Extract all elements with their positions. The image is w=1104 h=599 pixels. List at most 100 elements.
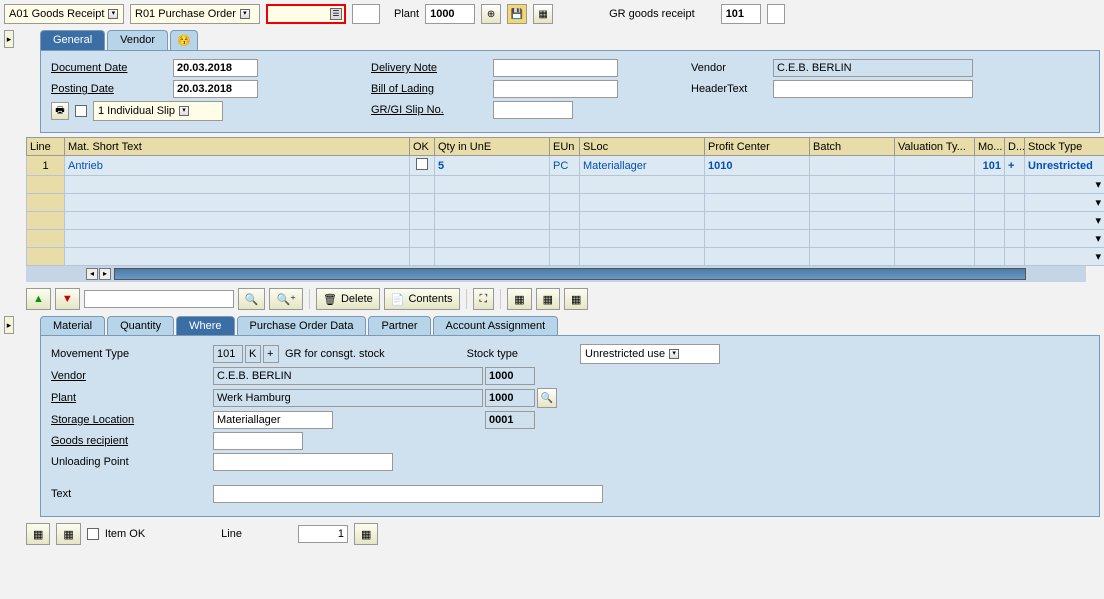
doc-date-input[interactable]: 20.03.2018 [173, 59, 258, 77]
plant-code-d: 1000 [485, 389, 535, 407]
stock-type-dropdown[interactable]: Unrestricted use▾ [580, 344, 720, 364]
gr-code-input[interactable]: 101 [721, 4, 761, 24]
find-input[interactable] [84, 290, 234, 308]
tab-pod[interactable]: Purchase Order Data [237, 316, 367, 335]
dropdown-icon: ▾ [108, 9, 118, 19]
plant-name-d: Werk Hamburg [213, 389, 483, 407]
post-date-input[interactable]: 20.03.2018 [173, 80, 258, 98]
scroll-left-icon[interactable]: ◂ [86, 268, 98, 280]
tab-vendor[interactable]: Vendor [107, 30, 168, 50]
scroll-right-icon[interactable]: ▸ [99, 268, 111, 280]
sloc-label-d: Storage Location [51, 414, 211, 426]
goods-recipient-label: Goods recipient [51, 435, 211, 447]
scroll-thumb[interactable] [114, 268, 1026, 280]
item-ok-checkbox[interactable] [87, 528, 99, 540]
sort-desc-button[interactable]: ▼ [55, 288, 80, 310]
layout-button-1[interactable]: ▦ [507, 288, 531, 310]
unloading-point-input[interactable] [213, 453, 393, 471]
goods-recipient-input[interactable] [213, 432, 303, 450]
delete-button[interactable]: 🗑 Delete [316, 288, 380, 310]
execute-icon[interactable]: ⊕ [481, 4, 501, 24]
find-next-button[interactable]: 🔍⁺ [269, 288, 303, 310]
col-pc[interactable]: Profit Center [705, 138, 810, 156]
col-sloc[interactable]: SLoc [580, 138, 705, 156]
tab-material[interactable]: Material [40, 316, 105, 335]
table-row[interactable]: ▾ [27, 248, 1104, 266]
slip-dropdown[interactable]: 1 Individual Slip▾ [93, 101, 223, 121]
print-icon[interactable]: 🖶 [51, 102, 69, 120]
line-label: Line [221, 528, 242, 540]
tab-general[interactable]: General [40, 30, 105, 50]
reference-dropdown[interactable]: R01 Purchase Order▾ [130, 4, 260, 24]
ok-checkbox[interactable] [416, 158, 428, 170]
search-help-icon[interactable]: ☰ [330, 8, 342, 20]
items-table[interactable]: Line Mat. Short Text OK Qty in UnE EUn S… [26, 137, 1104, 266]
next-item-button[interactable]: ▦ [56, 523, 80, 545]
detail-panel: Movement Type 101 K + GR for consgt. sto… [40, 335, 1100, 517]
collapse-detail-icon[interactable]: ▸ [4, 316, 14, 334]
col-d[interactable]: D... [1005, 138, 1025, 156]
table-row[interactable]: ▾ [27, 194, 1104, 212]
line-nav-button[interactable]: ▦ [354, 523, 378, 545]
tab-account-assignment[interactable]: Account Assignment [433, 316, 559, 335]
reference-value: R01 Purchase Order [135, 8, 236, 20]
find-button[interactable]: 🔍 [238, 288, 266, 310]
plant-input[interactable]: 1000 [425, 4, 475, 24]
movement-type-label: Movement Type [51, 348, 211, 360]
col-mo[interactable]: Mo... [975, 138, 1005, 156]
tab-partner[interactable]: Partner [368, 316, 430, 335]
col-line[interactable]: Line [27, 138, 65, 156]
col-eun[interactable]: EUn [550, 138, 580, 156]
col-batch[interactable]: Batch [810, 138, 895, 156]
bol-input[interactable] [493, 80, 618, 98]
tab-quantity[interactable]: Quantity [107, 316, 174, 335]
sort-asc-button[interactable]: ▲ [26, 288, 51, 310]
overview-icon[interactable]: ▦ [533, 4, 553, 24]
mt-text: GR for consgt. stock [285, 348, 385, 360]
tab-more-icon[interactable]: 😚 [170, 30, 198, 50]
table-row[interactable]: ▾ [27, 176, 1104, 194]
col-ok[interactable]: OK [410, 138, 435, 156]
contents-button[interactable]: 📄 Contents [384, 288, 460, 310]
plant-label: Plant [394, 8, 419, 20]
tab-where[interactable]: Where [176, 316, 234, 335]
table-row[interactable]: ▾ [27, 212, 1104, 230]
table-row[interactable]: 1 Antrieb 5 PC Materiallager 1010 101 + … [27, 156, 1104, 176]
unloading-point-label: Unloading Point [51, 456, 211, 468]
h-scrollbar[interactable]: ◂ ▸ [26, 266, 1086, 282]
po-item-input[interactable] [352, 4, 380, 24]
table-row[interactable]: ▾ [27, 230, 1104, 248]
vendor-name-d: C.E.B. BERLIN [213, 367, 483, 385]
dropdown-icon: ▾ [179, 106, 189, 116]
layout-button-3[interactable]: ▦ [564, 288, 588, 310]
grgi-label: GR/GI Slip No. [371, 104, 491, 116]
print-checkbox[interactable] [75, 105, 87, 117]
doc-date-label: Document Date [51, 62, 171, 74]
collapse-header-icon[interactable]: ▸ [4, 30, 14, 48]
vendor-label-d: Vendor [51, 370, 211, 382]
mt-code: 101 [213, 345, 243, 363]
prev-item-button[interactable]: ▦ [26, 523, 50, 545]
deliv-note-input[interactable] [493, 59, 618, 77]
action-dropdown[interactable]: A01 Goods Receipt▾ [4, 4, 124, 24]
bol-label: Bill of Lading [371, 83, 491, 95]
headertext-input[interactable] [773, 80, 973, 98]
gr-suffix-input[interactable] [767, 4, 785, 24]
mt-k: K [245, 345, 261, 363]
item-ok-label: Item OK [105, 528, 145, 540]
text-label: Text [51, 488, 211, 500]
grgi-input[interactable] [493, 101, 573, 119]
plant-search-icon[interactable]: 🔍 [537, 388, 557, 408]
line-input[interactable]: 1 [298, 525, 348, 543]
col-st[interactable]: Stock Type [1025, 138, 1104, 156]
col-mat[interactable]: Mat. Short Text [65, 138, 410, 156]
sloc-input-d[interactable]: Materiallager [213, 411, 333, 429]
save-icon[interactable]: 💾 [507, 4, 527, 24]
col-qty[interactable]: Qty in UnE [435, 138, 550, 156]
text-input[interactable] [213, 485, 603, 503]
expand-button[interactable]: ⛶ [473, 288, 495, 310]
layout-button-2[interactable]: ▦ [536, 288, 560, 310]
deliv-note-label: Delivery Note [371, 62, 491, 74]
col-vt[interactable]: Valuation Ty... [895, 138, 975, 156]
po-number-input[interactable]: ☰ [266, 4, 346, 24]
